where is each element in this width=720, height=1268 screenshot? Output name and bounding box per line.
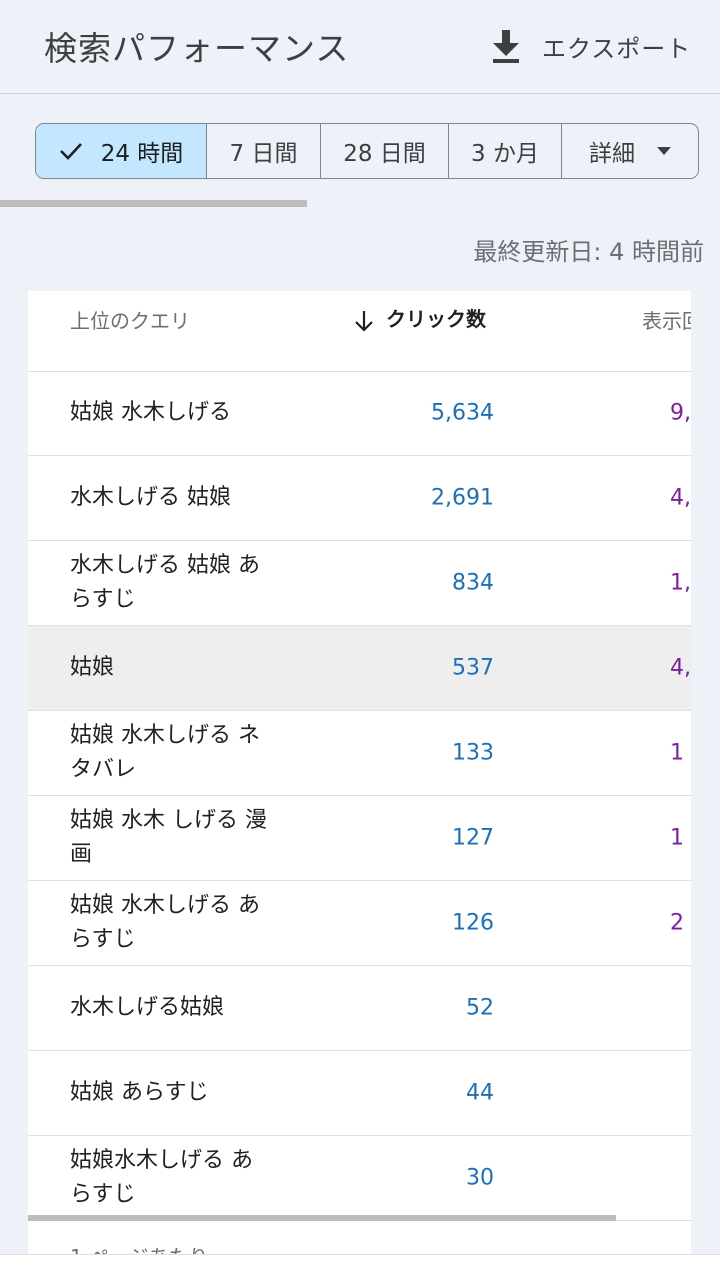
impressions-cell: 2 xyxy=(670,910,684,936)
table-row[interactable]: 姑娘 水木しげる あらすじ 126 2 xyxy=(28,881,691,966)
chip-details[interactable]: 詳細 xyxy=(562,124,698,178)
query-cell: 姑娘水木しげる あらすじ xyxy=(70,1148,253,1207)
check-icon xyxy=(59,143,82,160)
app-header: 検索パフォーマンス エクスポート xyxy=(0,0,720,94)
arrow-down-icon xyxy=(355,310,373,332)
table-row[interactable]: 姑娘 537 4,4 xyxy=(28,626,691,711)
table-row[interactable]: 姑娘 水木しげる ネタバレ 133 1 xyxy=(28,711,691,796)
clicks-cell: 537 xyxy=(452,655,494,681)
query-cell: 姑娘 xyxy=(70,655,115,680)
clicks-cell: 133 xyxy=(452,740,494,766)
download-icon xyxy=(493,30,519,63)
last-updated-text: 最終更新日: 4 時間前 xyxy=(473,238,704,266)
impressions-cell: 1 xyxy=(670,740,684,766)
export-button[interactable]: エクスポート xyxy=(490,24,691,68)
table-horizontal-scrollbar[interactable] xyxy=(28,1215,616,1221)
table-row[interactable]: 姑娘 あらすじ 44 xyxy=(28,1051,691,1136)
clicks-cell: 30 xyxy=(466,1165,494,1191)
table-row[interactable]: 水木しげる 姑娘 あらすじ 834 1,4 xyxy=(28,541,691,626)
chip-3m[interactable]: 3 か月 xyxy=(449,124,562,178)
table-row[interactable]: 姑娘 水木 しげる 漫画 127 1 xyxy=(28,796,691,881)
table-body: 姑娘 水木しげる 5,634 9,8 水木しげる 姑娘 2,691 4,7 水木… xyxy=(28,371,691,1221)
query-cell: 姑娘 水木しげる ネタバレ xyxy=(70,723,260,782)
chip-label: 24 時間 xyxy=(100,141,184,167)
chip-label: 28 日間 xyxy=(343,141,426,167)
caret-down-icon xyxy=(657,147,671,155)
chips-scroll-indicator[interactable] xyxy=(0,200,307,207)
chip-label: 7 日間 xyxy=(229,141,298,167)
impressions-cell: 4,4 xyxy=(670,655,691,681)
query-cell: 水木しげる 姑娘 xyxy=(70,485,231,510)
clicks-cell: 2,691 xyxy=(431,485,494,511)
clicks-cell: 5,634 xyxy=(431,400,494,426)
impressions-cell: 4,7 xyxy=(670,485,691,511)
column-header-clicks[interactable]: クリック数 xyxy=(354,303,486,332)
query-cell: 姑娘 水木しげる あらすじ xyxy=(70,893,260,952)
page-title: 検索パフォーマンス xyxy=(44,29,350,68)
query-cell: 姑娘 あらすじ xyxy=(70,1080,209,1105)
column-header-impressions[interactable]: 表示回 xyxy=(642,305,691,334)
chip-label: 3 か月 xyxy=(471,141,539,167)
date-range-chips: 24 時間 7 日間 28 日間 3 か月 詳細 xyxy=(35,123,699,179)
chip-7d[interactable]: 7 日間 xyxy=(207,124,321,178)
chip-24h[interactable]: 24 時間 xyxy=(36,124,207,178)
clicks-cell: 834 xyxy=(452,570,494,596)
query-cell: 水木しげる姑娘 xyxy=(70,995,225,1020)
chip-label: 詳細 xyxy=(589,141,635,167)
table-row[interactable]: 水木しげる姑娘 52 xyxy=(28,966,691,1051)
bottom-bar xyxy=(0,1254,720,1268)
queries-table-card: 上位のクエリ クリック数 表示回 姑娘 水木しげる 5,634 9,8 水木しげ… xyxy=(28,291,691,1267)
query-cell: 姑娘 水木しげる xyxy=(70,400,231,425)
impressions-cell: 9,8 xyxy=(670,400,691,426)
clicks-cell: 44 xyxy=(466,1080,494,1106)
query-cell: 姑娘 水木 しげる 漫画 xyxy=(70,808,267,867)
impressions-cell: 1,4 xyxy=(670,570,691,596)
clicks-cell: 127 xyxy=(452,825,494,851)
table-row[interactable]: 姑娘 水木しげる 5,634 9,8 xyxy=(28,371,691,456)
table-row[interactable]: 水木しげる 姑娘 2,691 4,7 xyxy=(28,456,691,541)
column-header-query: 上位のクエリ xyxy=(70,309,190,333)
query-cell: 水木しげる 姑娘 あらすじ xyxy=(70,553,260,612)
table-header: 上位のクエリ クリック数 表示回 xyxy=(28,291,691,372)
clicks-cell: 126 xyxy=(452,910,494,936)
impressions-cell: 1 xyxy=(670,825,684,851)
chip-28d[interactable]: 28 日間 xyxy=(321,124,449,178)
clicks-cell: 52 xyxy=(466,995,494,1021)
table-row[interactable]: 姑娘水木しげる あらすじ 30 xyxy=(28,1136,691,1221)
column-header-clicks-label: クリック数 xyxy=(386,307,486,331)
export-label: エクスポート xyxy=(542,34,692,63)
